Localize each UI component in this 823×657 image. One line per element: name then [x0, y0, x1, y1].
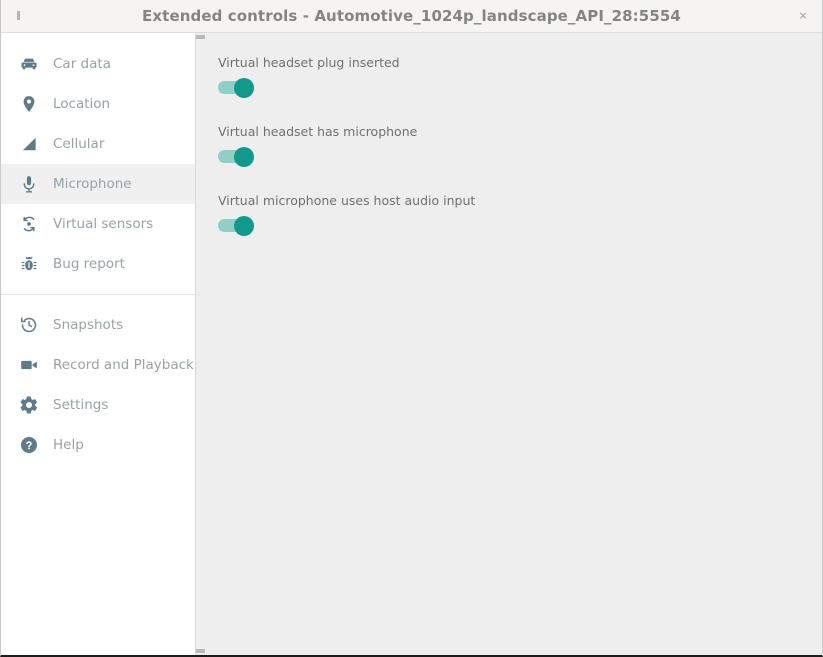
- setting-row-virtual-headset-plug-inserted: Virtual headset plug inserted: [218, 55, 822, 94]
- setting-label: Virtual headset plug inserted: [218, 55, 822, 70]
- sidebar-separator: [1, 294, 195, 295]
- setting-label: Virtual headset has microphone: [218, 124, 822, 139]
- setting-row-virtual-microphone-uses-host-audio-input: Virtual microphone uses host audio input: [218, 193, 822, 232]
- virtual-headset-has-microphone-toggle[interactable]: [218, 150, 254, 163]
- car-icon: [18, 53, 40, 75]
- sidebar-item-cellular[interactable]: Cellular: [1, 124, 195, 164]
- virtual-microphone-uses-host-audio-input-toggle[interactable]: [218, 219, 254, 232]
- sidebar-item-label: Virtual sensors: [53, 216, 153, 232]
- virtual-headset-plug-inserted-toggle[interactable]: [218, 81, 254, 94]
- sidebar-item-location[interactable]: Location: [1, 84, 195, 124]
- title-bar: Extended controls - Automotive_1024p_lan…: [1, 0, 822, 33]
- sidebar-item-car-data[interactable]: Car data: [1, 44, 195, 84]
- sidebar-item-label: Help: [53, 437, 84, 453]
- bug-icon: [18, 253, 40, 275]
- microphone-icon: [18, 173, 40, 195]
- cellular-signal-icon: [18, 133, 40, 155]
- location-pin-icon: [18, 93, 40, 115]
- setting-label: Virtual microphone uses host audio input: [218, 193, 822, 208]
- virtual-sensors-icon: [18, 213, 40, 235]
- sidebar-item-virtual-sensors[interactable]: Virtual sensors: [1, 204, 195, 244]
- sidebar-item-label: Car data: [53, 56, 111, 72]
- setting-row-virtual-headset-has-microphone: Virtual headset has microphone: [218, 124, 822, 163]
- microphone-settings-panel: Virtual headset plug inserted Virtual he…: [196, 33, 822, 655]
- sidebar-item-help[interactable]: Help: [1, 425, 195, 465]
- window-title: Extended controls - Automotive_1024p_lan…: [1, 7, 822, 25]
- extended-controls-window: Extended controls - Automotive_1024p_lan…: [0, 0, 823, 657]
- toggle-knob: [234, 216, 254, 236]
- video-camera-icon: [18, 354, 40, 376]
- sidebar-item-label: Record and Playback: [53, 357, 194, 373]
- close-icon[interactable]: ×: [797, 10, 809, 22]
- window-body: Car data Location Cellular: [1, 33, 822, 655]
- toggle-knob: [234, 147, 254, 167]
- sidebar-item-label: Snapshots: [53, 317, 123, 333]
- sidebar-item-label: Settings: [53, 397, 108, 413]
- sidebar-item-snapshots[interactable]: Snapshots: [1, 305, 195, 345]
- help-circle-icon: [18, 434, 40, 456]
- sidebar-nav: Car data Location Cellular: [1, 33, 196, 655]
- sidebar-item-settings[interactable]: Settings: [1, 385, 195, 425]
- sidebar-item-label: Location: [53, 96, 110, 112]
- scrollbar-bottom-mark[interactable]: [196, 649, 205, 653]
- sidebar-item-label: Microphone: [53, 176, 132, 192]
- toggle-knob: [234, 78, 254, 98]
- sidebar-item-record-and-playback[interactable]: Record and Playback: [1, 345, 195, 385]
- sidebar-item-microphone[interactable]: Microphone: [1, 164, 195, 204]
- sidebar-item-bug-report[interactable]: Bug report: [1, 244, 195, 284]
- sidebar-item-label: Bug report: [53, 256, 125, 272]
- sidebar-item-label: Cellular: [53, 136, 104, 152]
- gear-icon: [18, 394, 40, 416]
- scrollbar-top-mark[interactable]: [196, 35, 205, 39]
- history-clock-icon: [18, 314, 40, 336]
